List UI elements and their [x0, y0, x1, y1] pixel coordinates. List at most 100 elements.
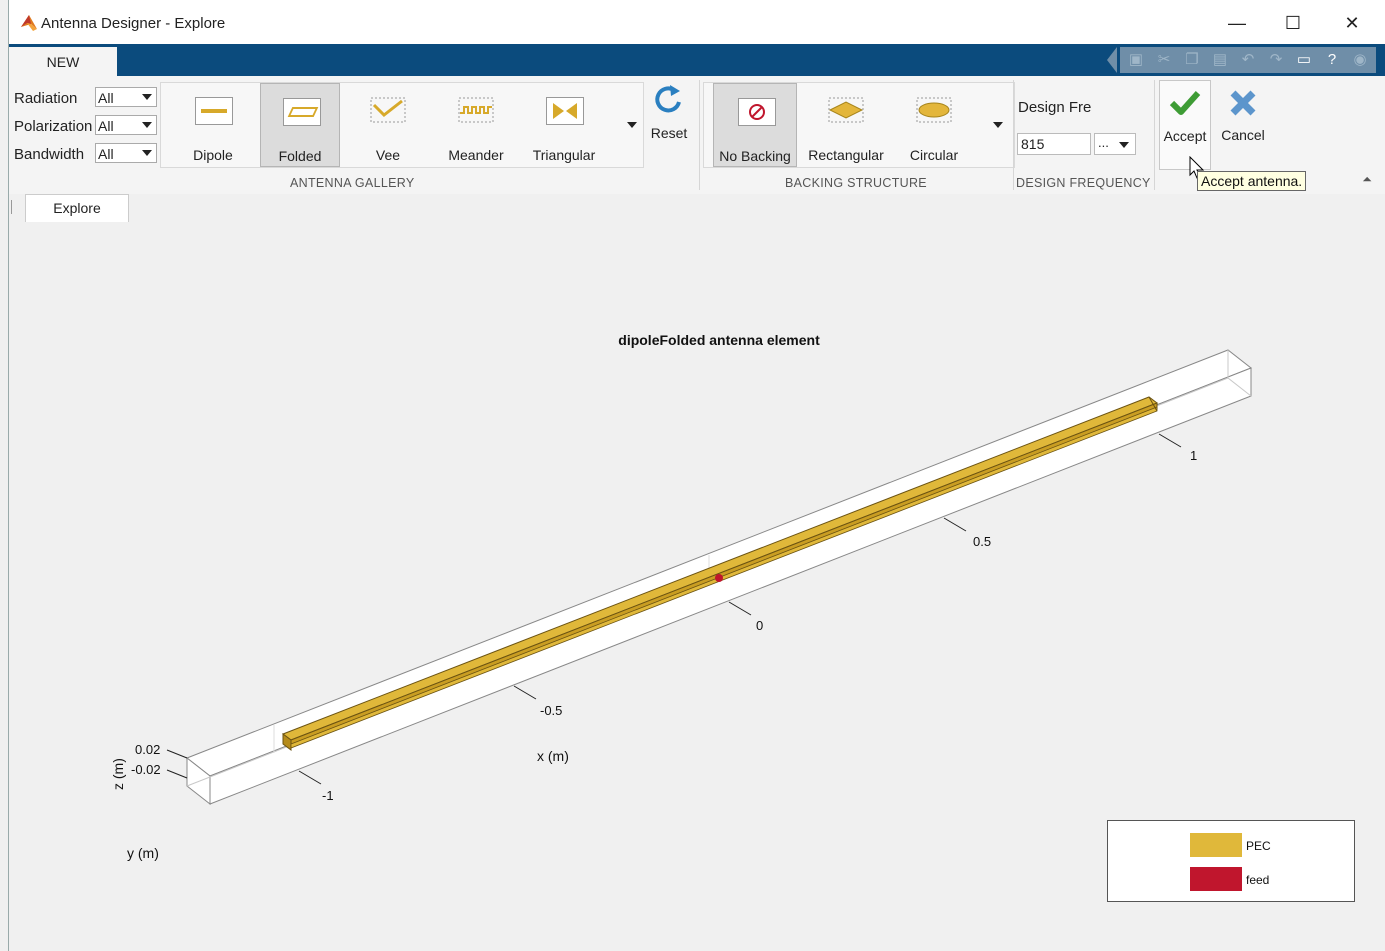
chevron-down-icon [1119, 142, 1129, 148]
tab-explore[interactable]: Explore [25, 194, 129, 222]
layout-icon[interactable]: ▭ [1294, 50, 1314, 70]
chevron-down-icon [993, 122, 1003, 128]
legend-swatch-feed [1190, 867, 1242, 891]
gallery-item-folded[interactable]: Folded [260, 83, 340, 167]
app-window: Antenna Designer - Explore — ☐ ✕ NEW ▣ ✂… [8, 0, 1385, 951]
separator [699, 80, 700, 190]
rectangular-backing-icon [828, 97, 864, 123]
gallery-item-label: Folded [278, 148, 322, 164]
help-icon[interactable]: ? [1322, 50, 1342, 70]
close-button[interactable]: ✕ [1329, 8, 1375, 38]
filter-label-bandwidth: Bandwidth [14, 146, 85, 163]
collapse-ribbon-icon[interactable]: ⏶ [1359, 172, 1375, 188]
chevron-down-icon [142, 94, 152, 100]
cancel-label: Cancel [1221, 127, 1265, 143]
plot-title: dipoleFolded antenna element [618, 332, 820, 348]
frequency-unit-value: ... [1098, 135, 1109, 150]
polarization-value: All [98, 118, 114, 134]
matlab-logo-icon [21, 15, 37, 31]
bandwidth-value: All [98, 146, 114, 162]
gallery-item-triangular[interactable]: Triangular [524, 83, 604, 167]
gallery-item-label: Vee [375, 147, 401, 163]
minimize-button[interactable]: — [1214, 8, 1260, 38]
separator [1154, 80, 1155, 190]
save-icon[interactable]: ▣ [1126, 50, 1146, 70]
toolstrip-tabbar: NEW ▣ ✂ ❐ ▤ ↶ ↷ ▭ ? ◉ [9, 44, 1385, 77]
reset-icon [655, 85, 681, 113]
legend: PEC feed [1107, 820, 1355, 902]
antenna-gallery: Dipole Folded Vee Meander Triangular [160, 82, 644, 168]
ribbon: Radiation All Polarization All Bandwidth… [9, 76, 1385, 195]
gallery-expand-button[interactable] [621, 82, 643, 166]
paste-icon[interactable]: ▤ [1210, 50, 1230, 70]
z-tick-label: -0.02 [131, 762, 161, 777]
x-axis-label: x (m) [537, 748, 569, 764]
filter-label-polarization: Polarization [14, 118, 93, 135]
legend-label-feed: feed [1246, 873, 1270, 887]
feed-point [715, 574, 723, 582]
x-tick-label: 1 [1190, 448, 1197, 463]
accept-label: Accept [1163, 128, 1207, 144]
x-tick-label: 0.5 [973, 534, 991, 549]
gallery-item-label: Triangular [532, 147, 596, 163]
x-tick-label: 0 [756, 618, 763, 633]
backing-item-no-backing[interactable]: No Backing [713, 83, 797, 167]
gallery-item-label: Meander [448, 147, 504, 163]
filter-label-radiation: Radiation [14, 90, 78, 107]
separator [1013, 80, 1014, 190]
circular-backing-icon [916, 97, 952, 123]
gallery-item-meander[interactable]: Meander [436, 83, 516, 167]
tab-new[interactable]: NEW [9, 47, 117, 77]
polarization-select[interactable]: All [95, 115, 157, 135]
chevron-down-icon [627, 122, 637, 128]
gallery-item-vee[interactable]: Vee [348, 83, 428, 167]
section-label-design-frequency: DESIGN FREQUENCY [1016, 176, 1151, 190]
cancel-x-icon [1230, 90, 1256, 116]
design-frequency-label: Design Fre [1018, 99, 1092, 116]
vee-icon [370, 97, 406, 123]
backing-item-label: Rectangular [808, 147, 884, 163]
backing-gallery: No Backing Rectangular Circular [703, 82, 1015, 168]
maximize-button[interactable]: ☐ [1270, 8, 1316, 38]
triangular-icon [546, 97, 584, 125]
frequency-unit-select[interactable]: ... [1094, 133, 1136, 155]
dipole-icon [195, 97, 233, 125]
folded-dipole-element [281, 396, 1159, 751]
z-tick-label: 0.02 [135, 742, 160, 757]
copy-icon[interactable]: ❐ [1182, 50, 1202, 70]
redo-icon[interactable]: ↷ [1266, 50, 1286, 70]
cut-icon[interactable]: ✂ [1154, 50, 1174, 70]
backing-item-label: Circular [909, 147, 959, 163]
gallery-item-dipole[interactable]: Dipole [173, 83, 253, 167]
quick-access-edge [1107, 47, 1117, 73]
no-backing-icon [738, 98, 776, 126]
quick-access-toolbar: ▣ ✂ ❐ ▤ ↶ ↷ ▭ ? ◉ [1120, 47, 1376, 73]
x-tick-label: -1 [322, 788, 334, 803]
reset-button[interactable]: Reset [647, 84, 691, 160]
design-frequency-input[interactable]: 815 [1017, 133, 1091, 155]
section-label-backing-structure: BACKING STRUCTURE [785, 176, 927, 190]
bandwidth-select[interactable]: All [95, 143, 157, 163]
checkmark-icon [1169, 90, 1201, 115]
legend-label-pec: PEC [1246, 839, 1271, 853]
radiation-select[interactable]: All [95, 87, 157, 107]
options-icon[interactable]: ◉ [1350, 50, 1370, 70]
backing-expand-button[interactable] [984, 82, 1012, 166]
backing-item-label: No Backing [719, 148, 791, 164]
cancel-button[interactable]: Cancel [1215, 80, 1271, 160]
maximize-icon: ☐ [1284, 13, 1302, 33]
undo-icon[interactable]: ↶ [1238, 50, 1258, 70]
plot-area[interactable]: dipoleFolded antenna element -1 -0.5 0 0… [9, 222, 1385, 951]
radiation-value: All [98, 90, 114, 106]
x-tick-label: -0.5 [540, 703, 562, 718]
legend-swatch-pec [1190, 833, 1242, 857]
chevron-down-icon [142, 122, 152, 128]
title-bar: Antenna Designer - Explore — ☐ ✕ [9, 0, 1385, 44]
backing-item-rectangular[interactable]: Rectangular [802, 83, 890, 167]
reset-label: Reset [650, 125, 688, 141]
gallery-item-label: Dipole [193, 147, 233, 163]
z-axis-label: z (m) [110, 758, 126, 790]
minimize-icon: — [1228, 13, 1246, 33]
backing-item-circular[interactable]: Circular [892, 83, 976, 167]
folded-dipole-icon [283, 98, 321, 126]
